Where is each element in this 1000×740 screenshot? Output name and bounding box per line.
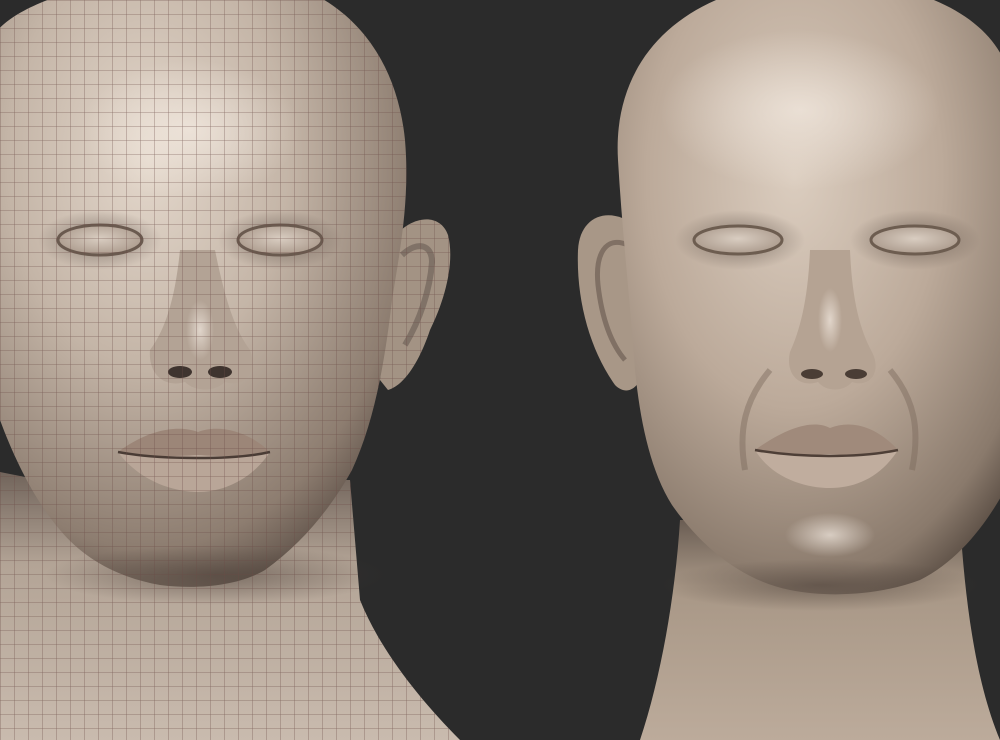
sculpt-left-eye-shape <box>692 224 784 256</box>
sculpt-right-eye-shape <box>869 224 961 256</box>
render-canvas <box>0 0 1000 740</box>
render-viewport <box>0 0 1000 740</box>
